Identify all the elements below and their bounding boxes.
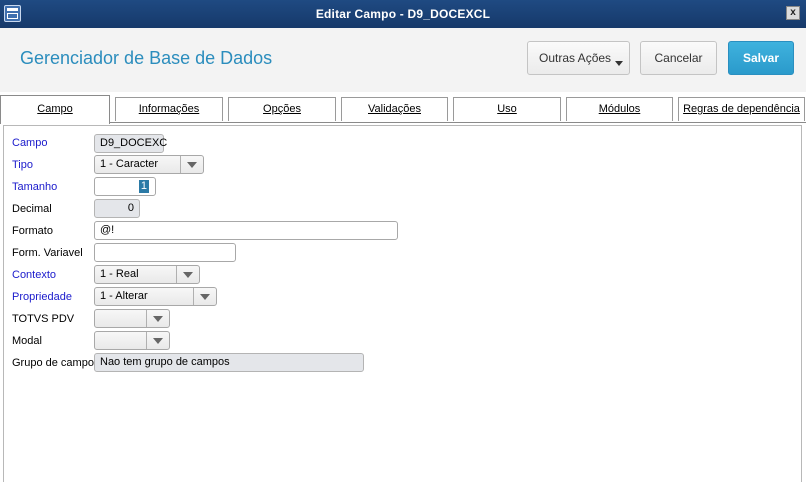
totvs-pdv-label: TOTVS PDV: [12, 313, 75, 325]
tab-modulos[interactable]: Módulos: [566, 97, 673, 121]
decimal-field: 0: [94, 199, 140, 218]
form-variavel-label: Form. Variavel: [12, 247, 83, 259]
totvs-pdv-select[interactable]: [94, 309, 170, 328]
contexto-label: Contexto: [12, 269, 57, 281]
propriedade-label: Propriedade: [12, 291, 72, 303]
tab-campo[interactable]: Campo: [0, 95, 110, 124]
close-icon[interactable]: x: [786, 6, 800, 20]
tipo-label: Tipo: [12, 159, 33, 171]
chevron-down-icon[interactable]: [146, 332, 169, 349]
formato-input[interactable]: @!: [94, 221, 398, 240]
tab-divider: [0, 122, 806, 123]
more-actions-button[interactable]: Outras Ações: [527, 41, 630, 75]
contexto-select-value: 1 - Real: [100, 268, 139, 280]
window-titlebar: Editar Campo - D9_DOCEXCL x: [0, 0, 806, 28]
tamanho-label: Tamanho: [12, 181, 58, 193]
chevron-down-icon[interactable]: [176, 266, 199, 283]
tab-informacoes[interactable]: Informações: [115, 97, 223, 121]
tab-uso[interactable]: Uso: [453, 97, 561, 121]
chevron-down-icon[interactable]: [180, 156, 203, 173]
field-form-panel: Campo D9_DOCEXC Tipo 1 - Caracter Tamanh…: [3, 125, 802, 482]
tipo-select[interactable]: 1 - Caracter: [94, 155, 204, 174]
campo-field: D9_DOCEXC: [94, 134, 167, 153]
formato-label: Formato: [12, 225, 53, 237]
modal-label: Modal: [12, 335, 42, 347]
decimal-label: Decimal: [12, 203, 52, 215]
propriedade-select[interactable]: 1 - Alterar: [94, 287, 217, 306]
page-title: Gerenciador de Base de Dados: [20, 48, 273, 68]
propriedade-select-value: 1 - Alterar: [100, 290, 148, 302]
tab-bar: Campo Informações Opções Validações Uso …: [0, 95, 806, 124]
tipo-select-value: 1 - Caracter: [100, 158, 159, 170]
grupo-campos-field: Nao tem grupo de campos: [94, 353, 364, 372]
grupo-campos-label: Grupo de campos: [12, 357, 100, 369]
tamanho-input[interactable]: 1: [94, 177, 156, 196]
form-variavel-input[interactable]: [94, 243, 236, 262]
campo-label: Campo: [12, 137, 48, 149]
more-actions-label: Outras Ações: [539, 51, 612, 65]
tab-opcoes[interactable]: Opções: [228, 97, 336, 121]
tab-regras-de-dependencia[interactable]: Regras de dependência: [678, 97, 805, 121]
chevron-down-icon: [615, 61, 623, 66]
tab-validacoes[interactable]: Validações: [341, 97, 448, 121]
save-button[interactable]: Salvar: [728, 41, 794, 75]
page-header: Gerenciador de Base de Dados Outras Açõe…: [0, 28, 806, 92]
window-title: Editar Campo - D9_DOCEXCL: [315, 7, 491, 21]
chevron-down-icon[interactable]: [193, 288, 216, 305]
contexto-select[interactable]: 1 - Real: [94, 265, 200, 284]
tamanho-value: 1: [138, 180, 149, 193]
modal-select[interactable]: [94, 331, 170, 350]
chevron-down-icon[interactable]: [146, 310, 169, 327]
cancel-button[interactable]: Cancelar: [640, 41, 717, 75]
